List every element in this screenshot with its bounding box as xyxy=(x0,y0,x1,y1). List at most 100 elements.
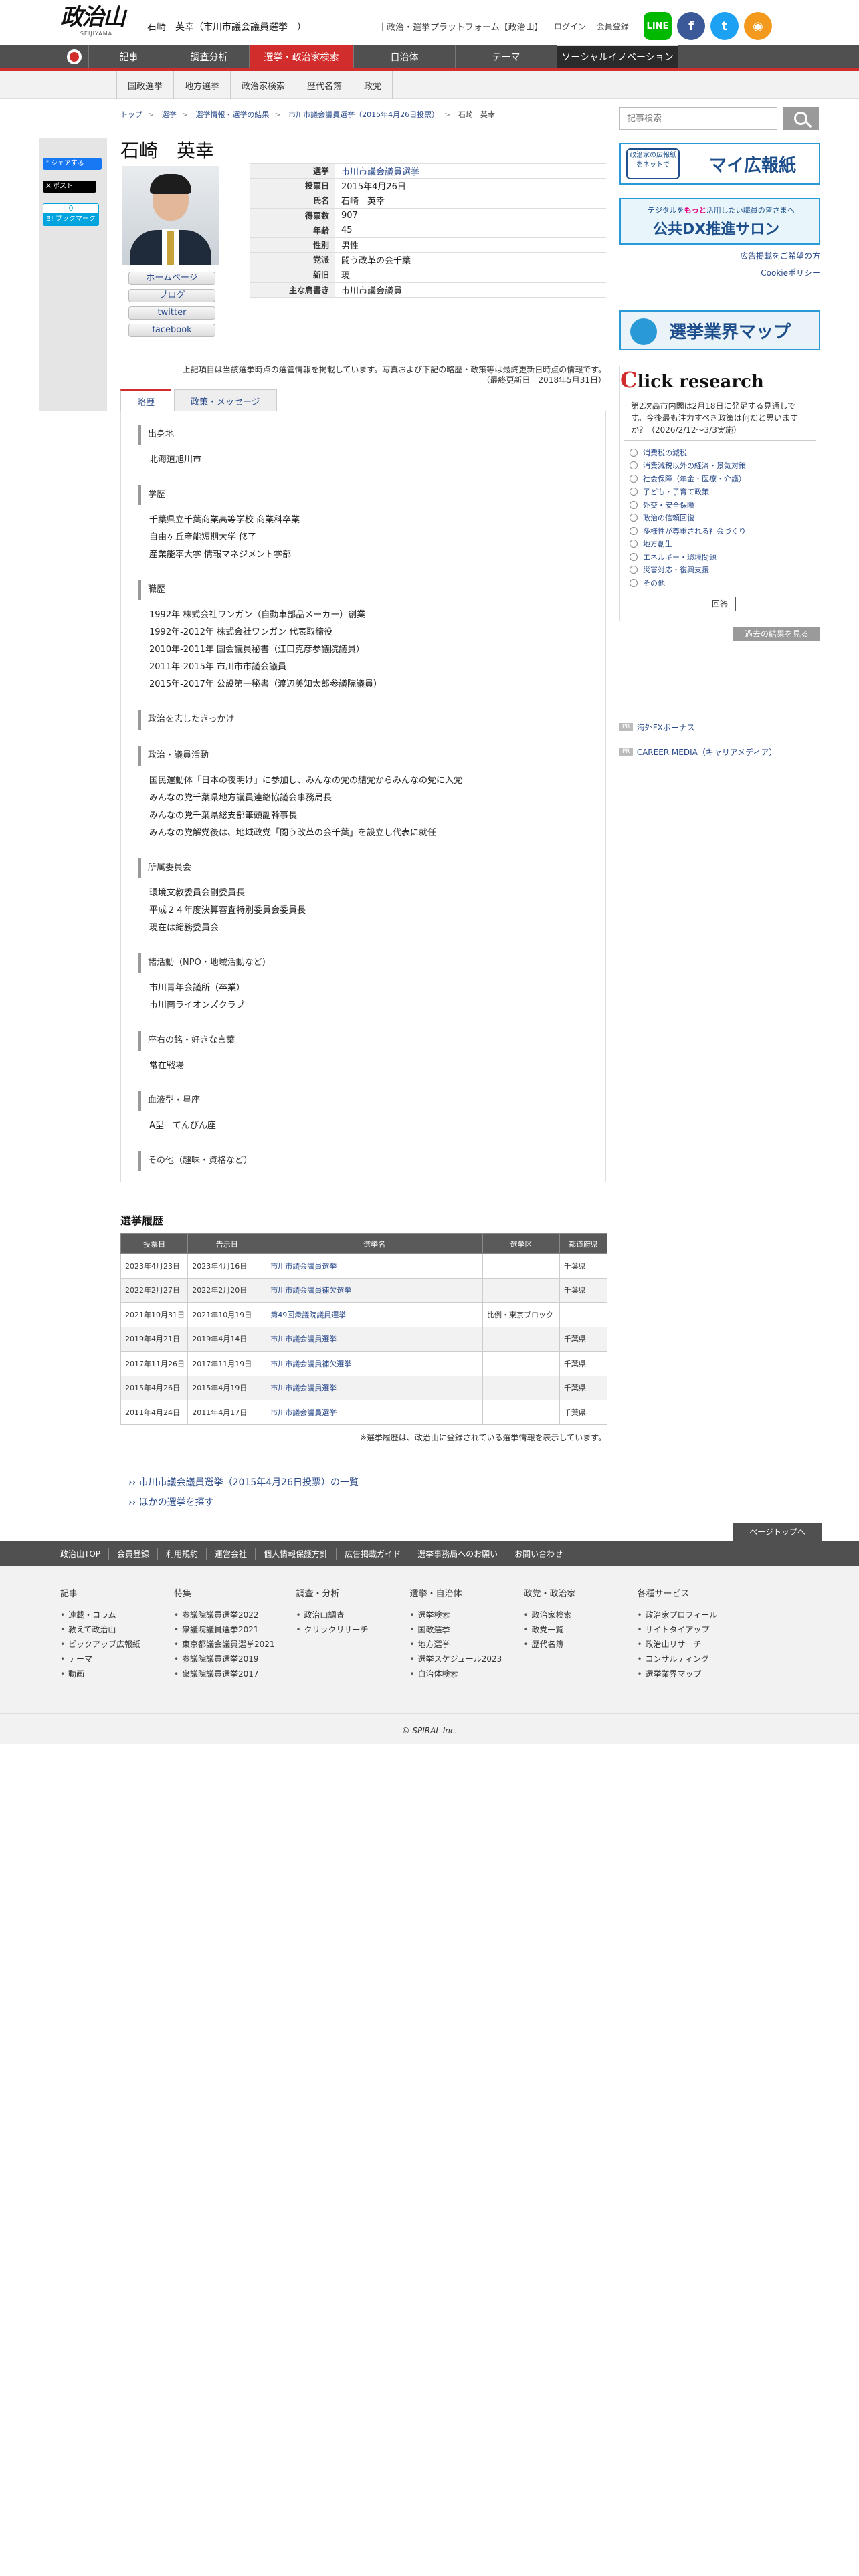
poll-option[interactable]: 子ども・子育て政策 xyxy=(620,486,820,499)
poll-option[interactable]: 地方創生 xyxy=(620,538,820,551)
nav-social-innovation[interactable]: ソーシャルイノベーション xyxy=(557,45,678,68)
hatena-bookmark-button[interactable]: 0 B! ブックマーク xyxy=(43,203,99,226)
footer-link[interactable]: サイトタイアップ xyxy=(638,1622,730,1637)
election-name-link[interactable]: 市川市議会議員補欠選挙 xyxy=(270,1360,351,1368)
footer-link[interactable]: テーマ xyxy=(60,1652,153,1667)
search-button[interactable] xyxy=(783,107,819,130)
radio-button[interactable] xyxy=(630,566,638,574)
my-kouhoushi-banner[interactable]: 政治家の広報紙をネットで マイ広報紙 xyxy=(619,143,820,185)
nav-municipality[interactable]: 自治体 xyxy=(353,45,455,68)
poll-option[interactable]: 消費減税以外の経済・景気対策 xyxy=(620,459,820,473)
radio-button[interactable] xyxy=(630,461,638,470)
register-link[interactable]: 会員登録 xyxy=(597,22,629,31)
radio-button[interactable] xyxy=(630,500,638,509)
election-name-link[interactable]: 第49回衆議院議員選挙 xyxy=(270,1311,346,1319)
footer-link[interactable]: 教えて政治山 xyxy=(60,1622,153,1637)
poll-option[interactable]: エネルギー・環境問題 xyxy=(620,550,820,564)
footer-link[interactable]: 動画 xyxy=(60,1667,153,1681)
pr-link-fx[interactable]: PR 海外FXボーナス xyxy=(619,722,820,733)
footer-nav-link[interactable]: 個人情報保護方針 xyxy=(255,1547,336,1560)
footer-nav-link[interactable]: 会員登録 xyxy=(108,1547,157,1560)
twitter-link[interactable]: twitter xyxy=(128,306,215,320)
footer-nav-link[interactable]: 選挙事務局へのお願い xyxy=(409,1547,506,1560)
footer-link[interactable]: クリックリサーチ xyxy=(296,1622,389,1637)
footer-link[interactable]: 参議院議員選挙2022 xyxy=(174,1608,275,1622)
footer-link[interactable]: 選挙検索 xyxy=(410,1608,502,1622)
footer-link[interactable]: コンサルティング xyxy=(638,1652,730,1667)
footer-link[interactable]: 衆議院議員選挙2021 xyxy=(174,1622,275,1637)
radio-button[interactable] xyxy=(630,578,638,587)
poll-submit-button[interactable]: 回答 xyxy=(704,596,736,611)
x-post-button[interactable]: X ポスト xyxy=(43,181,96,193)
footer-nav-link[interactable]: 利用規約 xyxy=(157,1547,206,1560)
radio-button[interactable] xyxy=(630,448,638,457)
subnav-local[interactable]: 地方選挙 xyxy=(174,71,231,99)
subnav-roster[interactable]: 歴代名簿 xyxy=(296,71,354,99)
poll-option[interactable]: 多様性が尊重される社会づくり xyxy=(620,524,820,538)
footer-link[interactable]: 自治体検索 xyxy=(410,1667,502,1681)
tab-biography[interactable]: 略歴 xyxy=(120,389,172,412)
poll-option[interactable]: 外交・安全保障 xyxy=(620,498,820,512)
footer-link[interactable]: 選挙スケジュール2023 xyxy=(410,1652,502,1667)
footer-link[interactable]: 政治山リサーチ xyxy=(638,1637,730,1652)
election-list-link[interactable]: ›› 市川市議会議員選挙（2015年4月26日投票）の一覧 xyxy=(128,1473,606,1493)
footer-nav-link[interactable]: お問い合わせ xyxy=(506,1547,571,1560)
footer-link[interactable]: 政治山調査 xyxy=(296,1608,389,1622)
twitter-icon[interactable]: t xyxy=(710,12,739,40)
pr-link-career[interactable]: PR CAREER MEDIA（キャリアメディア） xyxy=(619,746,820,758)
login-link[interactable]: ログイン xyxy=(554,22,586,31)
subnav-parties[interactable]: 政党 xyxy=(353,71,393,99)
subnav-politician-search[interactable]: 政治家検索 xyxy=(231,71,297,99)
breadcrumb-election[interactable]: 選挙 xyxy=(162,110,177,119)
footer-link[interactable]: 歴代名簿 xyxy=(524,1637,616,1652)
election-name-link[interactable]: 市川市議会議員選挙 xyxy=(270,1384,337,1392)
footer-link[interactable]: 衆議院議員選挙2017 xyxy=(174,1667,275,1681)
radio-button[interactable] xyxy=(630,474,638,483)
nav-election-search[interactable]: 選挙・政治家検索 xyxy=(249,45,353,68)
breadcrumb-results[interactable]: 選挙情報・選挙の結果 xyxy=(195,110,269,119)
poll-option[interactable]: 災害対応・復興支援 xyxy=(620,564,820,577)
election-name-link[interactable]: 市川市議会議員選挙 xyxy=(270,1335,337,1344)
tab-policy[interactable]: 政策・メッセージ xyxy=(174,389,277,411)
poll-option[interactable]: 政治の信頼回復 xyxy=(620,512,820,525)
election-link[interactable]: 市川市議会議員選挙 xyxy=(341,167,419,177)
subnav-national[interactable]: 国政選挙 xyxy=(116,71,175,99)
footer-link[interactable]: 地方選挙 xyxy=(410,1637,502,1652)
footer-link[interactable]: 選挙業界マップ xyxy=(638,1667,730,1681)
radio-button[interactable] xyxy=(630,540,638,548)
poll-option[interactable]: 社会保障（年金・医療・介護） xyxy=(620,472,820,486)
radio-button[interactable] xyxy=(630,526,638,535)
footer-link[interactable]: 国政選挙 xyxy=(410,1622,502,1637)
footer-nav-link[interactable]: 広告掲載ガイド xyxy=(336,1547,409,1560)
page-top-button[interactable]: ページトップへ xyxy=(733,1523,822,1541)
blog-link[interactable]: ブログ xyxy=(128,289,215,302)
election-name-link[interactable]: 市川市議会議員選挙 xyxy=(270,1408,337,1417)
facebook-share-button[interactable]: f シェアする xyxy=(43,158,102,170)
footer-nav-link[interactable]: 運営会社 xyxy=(206,1547,255,1560)
poll-option[interactable]: その他 xyxy=(620,576,820,590)
footer-link[interactable]: 政治家検索 xyxy=(524,1608,616,1622)
nav-research[interactable]: 調査分析 xyxy=(169,45,249,68)
footer-link[interactable]: 連載・コラム xyxy=(60,1608,153,1622)
election-name-link[interactable]: 市川市議会議員補欠選挙 xyxy=(270,1286,351,1295)
past-results-button[interactable]: 過去の結果を見る xyxy=(733,626,820,641)
footer-link[interactable]: 政党一覧 xyxy=(524,1622,616,1637)
site-logo[interactable]: 政治山 SEIJIYAMA xyxy=(60,4,132,41)
search-input[interactable] xyxy=(619,107,777,130)
footer-link[interactable]: 政治家プロフィール xyxy=(638,1608,730,1622)
facebook-link[interactable]: facebook xyxy=(128,324,215,337)
line-icon[interactable]: LINE xyxy=(644,12,672,40)
nav-articles[interactable]: 記事 xyxy=(88,45,169,68)
footer-nav-link[interactable]: 政治山TOP xyxy=(60,1548,108,1560)
facebook-icon[interactable]: f xyxy=(677,12,705,40)
poll-option[interactable]: 消費税の減税 xyxy=(620,446,820,459)
radio-button[interactable] xyxy=(630,514,638,522)
cookie-policy-link[interactable]: Cookieポリシー xyxy=(619,267,820,278)
other-elections-link[interactable]: ›› ほかの選挙を探す xyxy=(128,1493,606,1513)
breadcrumb-top[interactable]: トップ xyxy=(120,110,142,119)
election-name-link[interactable]: 市川市議会議員選挙 xyxy=(270,1262,337,1271)
ad-inquiry-link[interactable]: 広告掲載をご希望の方 xyxy=(619,250,820,261)
nav-theme[interactable]: テーマ xyxy=(455,45,557,68)
radio-button[interactable] xyxy=(630,552,638,561)
election-industry-map-banner[interactable]: 選挙業界マップ xyxy=(619,310,820,350)
